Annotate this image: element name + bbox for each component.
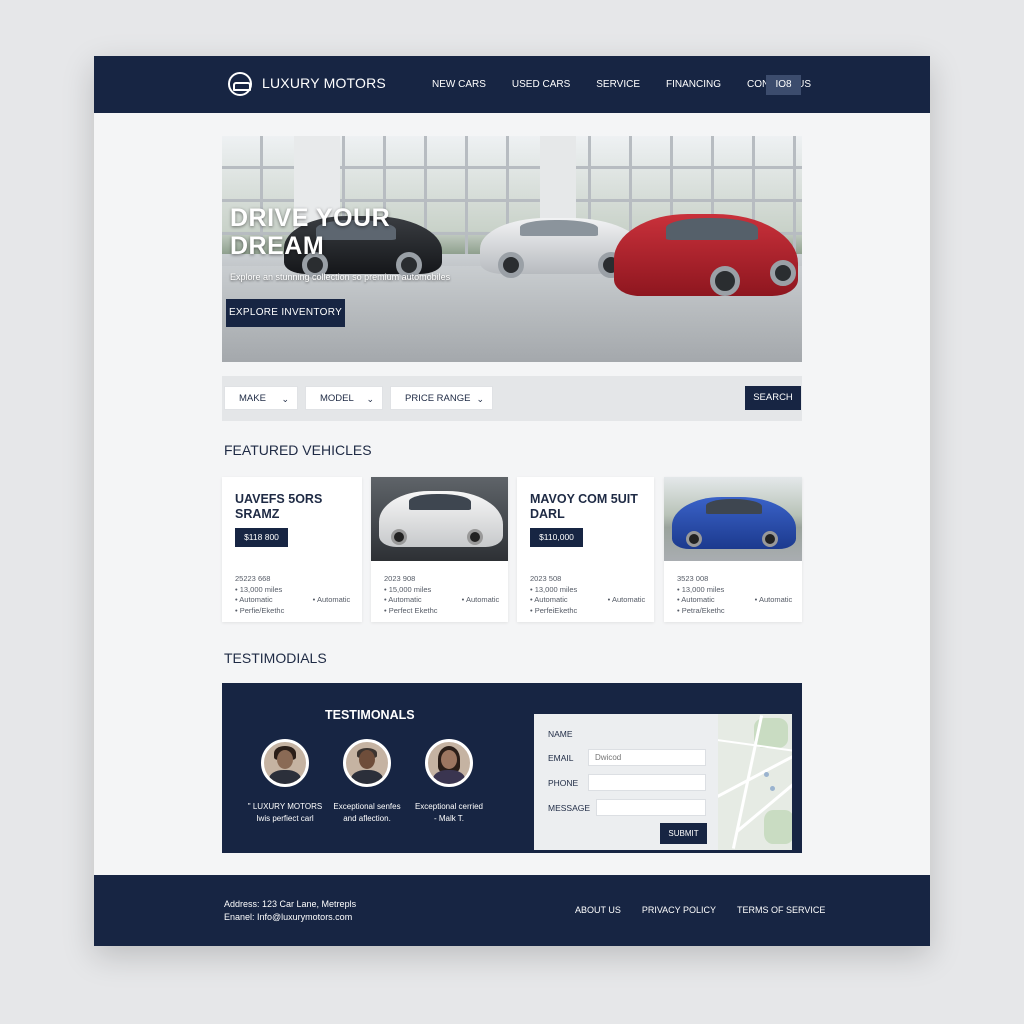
spec-miles: 13,000 miles <box>681 584 725 594</box>
vehicle-card[interactable]: 3523 008 • 13,000 miles • Automatic • Aut… <box>664 477 802 622</box>
spec-fuel: PerfeiEkethc <box>534 605 578 615</box>
footer-terms-link[interactable]: TERMS OF SERVICE <box>737 905 825 915</box>
map-pin-icon <box>764 772 769 777</box>
avatar <box>261 739 309 787</box>
footer-address: Address: 123 Car Lane, Metrepls <box>224 899 357 909</box>
vehicle-search-bar: MAKE ⌄ MODEL ⌄ PRICE RANGE ⌄ SEARCH <box>222 376 802 421</box>
testimonial-quote: Exceptional cerried - Malk T. <box>414 802 484 823</box>
top-navbar: LUXURY MOTORS NEW CARS USED CARS SERVICE… <box>94 56 930 113</box>
hero-title: DRIVE YOUR DREAM <box>230 204 430 260</box>
spec-fuel: Perfie/Ekethc <box>239 605 285 615</box>
spec-fuel: Petra/Ekethc <box>681 605 725 615</box>
vehicle-specs: 2023 908 • 15,000 miles • Automatic • Aut… <box>384 574 500 615</box>
nav-new-cars[interactable]: NEW CARS <box>432 79 486 90</box>
vehicle-specs: 3523 008 • 13,000 miles • Automatic • Aut… <box>677 574 793 615</box>
vehicle-card[interactable]: UAVEFS 5ORS SRAMZ $118 800 25223 668 • 1… <box>222 477 362 622</box>
spec-transmission: Automatic <box>611 595 646 604</box>
car-logo-icon[interactable] <box>228 72 252 96</box>
vehicle-card[interactable]: MAVOY COM 5UIT DARL $110,000 2023 508 • … <box>517 477 654 622</box>
nav-badge-button[interactable]: IO8 <box>766 75 801 95</box>
testimonial-quote: Exceptional senfes and aflection. <box>333 802 401 823</box>
phone-field[interactable] <box>588 774 706 791</box>
message-field[interactable] <box>596 799 706 816</box>
footer-email: Enanel: Info@luxurymotors.com <box>224 912 353 922</box>
avatar <box>343 739 391 787</box>
email-label: EMAIL <box>548 753 574 763</box>
hero-title-line2: DREAM <box>230 232 325 260</box>
spec-miles: 15,000 miles <box>388 584 432 594</box>
nav-used-cars[interactable]: USED CARS <box>512 79 570 90</box>
submit-button[interactable]: SUBMIT <box>660 823 707 844</box>
spec-miles: 13,000 miles <box>239 584 283 594</box>
testimonial-quote: " LUXURY MOTORS Iwis perfiect carl <box>247 802 323 823</box>
footer-about-us-link[interactable]: ABOUT US <box>575 905 621 915</box>
nav-financing[interactable]: FINANCING <box>666 79 721 90</box>
spec-transmission: Automatic <box>316 595 351 604</box>
hero-title-line1: DRIVE YOUR <box>230 204 391 232</box>
model-select-label: MODEL <box>320 393 354 404</box>
hero-car-red <box>614 214 798 296</box>
chevron-down-icon: ⌄ <box>476 394 484 404</box>
spec-transmission: Automatic <box>239 595 273 604</box>
vehicle-specs: 25223 668 • 13,000 miles • Automatic • Au… <box>235 574 351 615</box>
name-label: NAME <box>548 729 573 739</box>
photo-car-blue <box>672 497 796 549</box>
spec-year: 2023 508 <box>530 574 562 583</box>
vehicle-title: UAVEFS 5ORS SRAMZ <box>235 492 323 521</box>
spec-fuel: Perfect Ekethc <box>388 605 438 615</box>
map-pin-icon <box>770 786 775 791</box>
make-select[interactable]: MAKE ⌄ <box>224 386 298 410</box>
footer-links: ABOUT US PRIVACY POLICY TERMS OF SERVICE <box>575 905 846 915</box>
location-map[interactable] <box>718 714 792 850</box>
hero-subtitle: Explore an stunning collection so premiu… <box>230 272 451 282</box>
footer-contact-info: Address: 123 Car Lane, Metrepls Enanel: … <box>224 898 356 924</box>
featured-vehicles-heading: FEATURED VEHICLES <box>224 442 372 458</box>
spec-transmission: Automatic <box>388 595 422 604</box>
search-button[interactable]: SEARCH <box>745 386 801 410</box>
spec-year: 3523 008 <box>677 574 709 583</box>
page: LUXURY MOTORS NEW CARS USED CARS SERVICE… <box>94 56 930 946</box>
vehicle-specs: 2023 508 • 13,000 miles • Automatic • Aut… <box>530 574 646 615</box>
testimonials-heading: TESTIMONALS <box>325 708 415 722</box>
message-label: MESSAGE <box>548 803 591 813</box>
logo-text[interactable]: LUXURY MOTORS <box>262 75 386 91</box>
spec-year: 2023 908 <box>384 574 416 583</box>
price-range-select-label: PRICE RANGE <box>405 393 471 404</box>
make-select-label: MAKE <box>239 393 266 404</box>
testimonials-section-heading: TESTIMODIALS <box>224 650 327 666</box>
price-badge: $118 800 <box>235 528 288 547</box>
avatar <box>425 739 473 787</box>
testimonials-panel: TESTIMONALS " LUXURY MOTORS Iwis perfiec… <box>222 683 802 853</box>
contact-form: NAME EMAIL PHONE MESSAGE SUBMIT <box>534 714 792 850</box>
vehicle-photo <box>664 477 802 561</box>
chevron-down-icon: ⌄ <box>281 394 289 404</box>
price-badge: $110,000 <box>530 528 583 547</box>
price-range-select[interactable]: PRICE RANGE ⌄ <box>390 386 493 410</box>
spec-transmission: Automatic <box>681 595 715 604</box>
nav-service[interactable]: SERVICE <box>596 79 640 90</box>
vehicle-photo <box>371 477 508 561</box>
chevron-down-icon: ⌄ <box>366 394 374 404</box>
footer: Address: 123 Car Lane, Metrepls Enanel: … <box>94 875 930 946</box>
email-field[interactable] <box>588 749 706 766</box>
hero-banner: DRIVE YOUR DREAM Explore an stunning col… <box>222 136 802 362</box>
spec-year: 25223 668 <box>235 574 271 583</box>
footer-privacy-policy-link[interactable]: PRIVACY POLICY <box>642 905 716 915</box>
model-select[interactable]: MODEL ⌄ <box>305 386 383 410</box>
phone-label: PHONE <box>548 778 579 788</box>
spec-miles: 13,000 miles <box>534 584 578 594</box>
spec-transmission: Automatic <box>465 595 500 604</box>
explore-inventory-button[interactable]: EXPLORE INVENTORY <box>226 299 345 327</box>
vehicle-card[interactable]: 2023 908 • 15,000 miles • Automatic • Aut… <box>371 477 508 622</box>
spec-transmission: Automatic <box>758 595 793 604</box>
photo-car-white <box>379 491 503 547</box>
spec-transmission: Automatic <box>534 595 568 604</box>
vehicle-title: MAVOY COM 5UIT DARL <box>530 492 638 521</box>
